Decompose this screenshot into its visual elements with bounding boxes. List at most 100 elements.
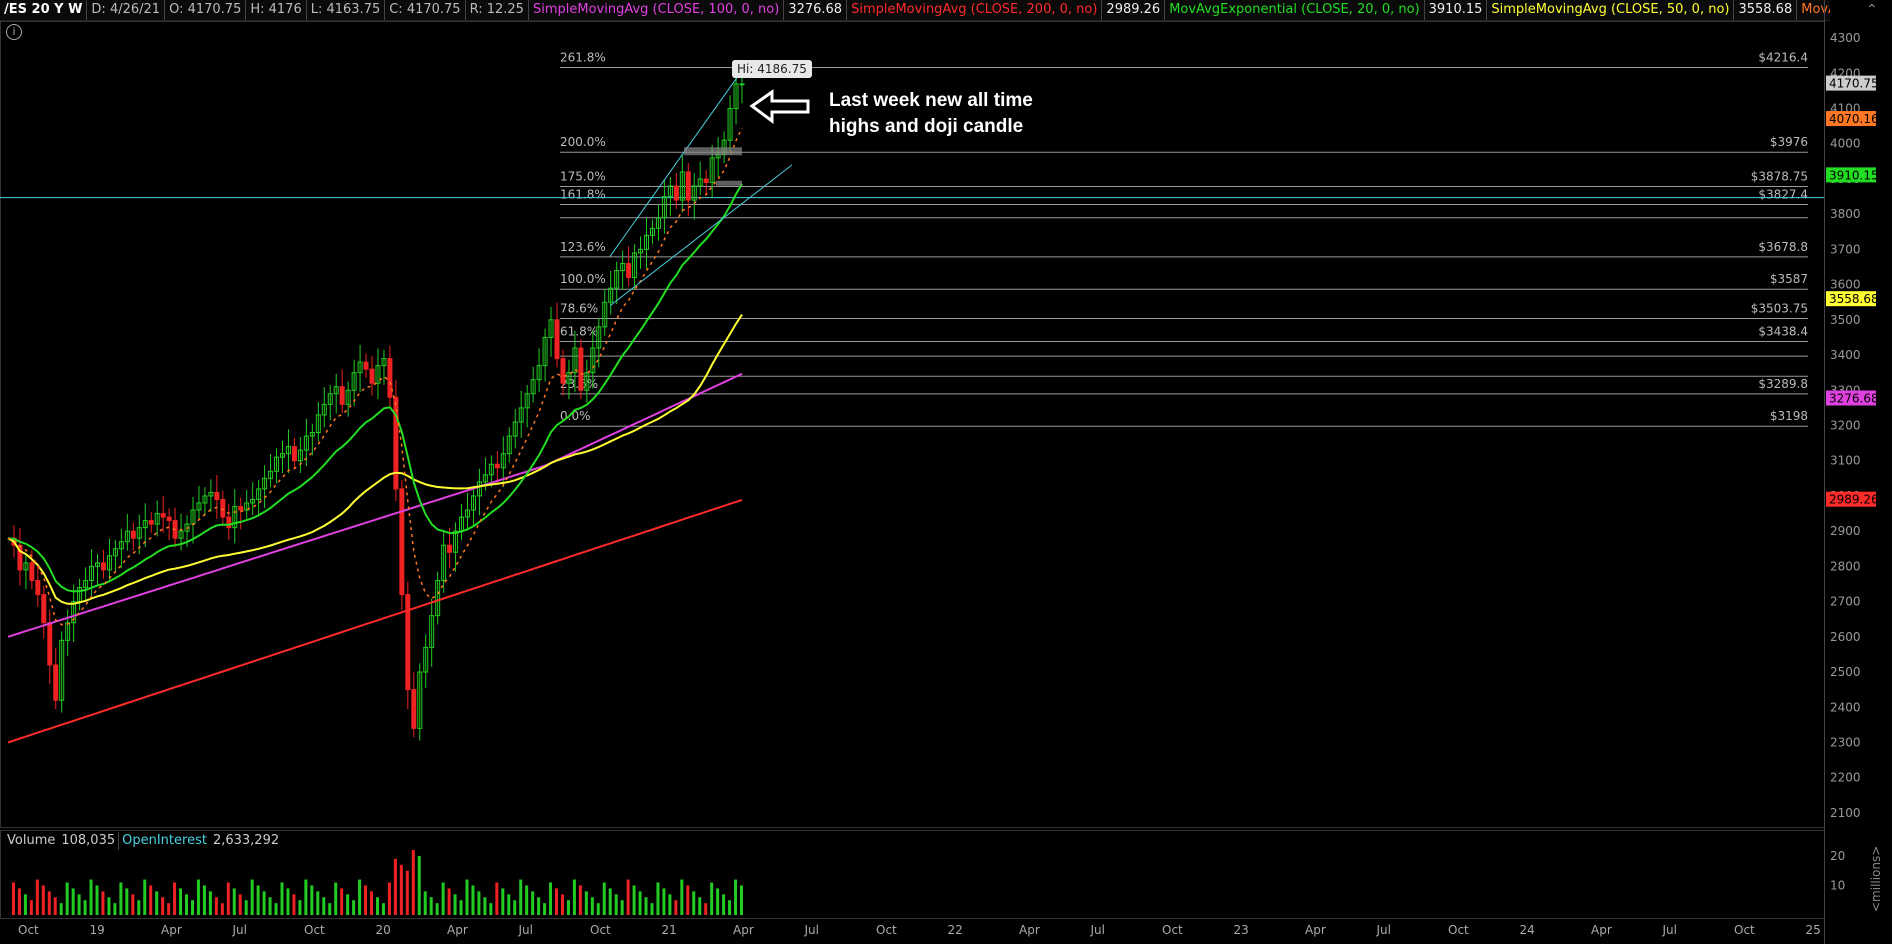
y-tick-label: 4300 <box>1830 31 1861 45</box>
volume-bar <box>543 903 547 915</box>
volume-bar <box>728 900 732 915</box>
volume-bar <box>364 885 368 915</box>
fib-percent-label: 261.8% <box>560 51 606 65</box>
volume-bar <box>650 903 654 915</box>
y-tick-label: 2600 <box>1830 630 1861 644</box>
x-tick-label: Apr <box>161 923 182 937</box>
volume-bar <box>47 891 51 915</box>
y-tick-label: 2900 <box>1830 524 1861 538</box>
volume-bar <box>680 879 684 915</box>
price-label-text: 3276.68 <box>1829 391 1879 405</box>
y-tick-label: 3500 <box>1830 313 1861 327</box>
candle-body <box>399 488 405 596</box>
volume-bar <box>226 882 230 915</box>
candle-body <box>35 579 41 596</box>
support-zone <box>716 180 742 186</box>
volume-bar <box>83 900 87 915</box>
volume-bar <box>722 894 726 915</box>
volume-bar <box>429 897 433 915</box>
volume-bar <box>196 879 200 915</box>
volume-bar <box>65 882 69 915</box>
volume-unit-label: <millions> <box>1869 846 1883 912</box>
x-tick-label: 19 <box>90 923 105 937</box>
volume-bar <box>704 903 708 915</box>
volume-bar <box>328 903 332 915</box>
candle-body <box>363 361 369 370</box>
fib-percent-label: 100.0% <box>560 272 606 286</box>
y-tick-label: 2400 <box>1830 700 1861 714</box>
candle-body <box>100 562 106 571</box>
volume-bar <box>59 903 63 915</box>
y-tick-label: 2200 <box>1830 771 1861 785</box>
candle-body <box>148 520 154 525</box>
volume-bar <box>113 903 117 915</box>
volume-bar <box>417 855 421 915</box>
candle-body <box>41 594 47 624</box>
volume-bar <box>566 900 570 915</box>
volume-bar <box>411 850 415 915</box>
volume-bar <box>334 882 338 915</box>
candle-body <box>369 368 375 384</box>
volume-bar <box>125 888 129 915</box>
volume-bar <box>244 900 248 915</box>
volume-bar <box>310 885 314 915</box>
candle-body <box>29 562 35 581</box>
price-chart[interactable]: 2100220023002400250026002700280029003000… <box>0 0 1892 944</box>
x-tick-label: 20 <box>376 923 391 937</box>
candle-body <box>685 171 691 201</box>
candle-body <box>238 506 244 511</box>
volume-bar <box>441 882 445 915</box>
candle-body <box>166 516 172 522</box>
volume-bar <box>358 879 362 915</box>
channel-upper-line <box>609 73 741 257</box>
volume-bar <box>29 900 33 915</box>
volume-bar <box>519 879 523 915</box>
volume-bar <box>155 891 159 915</box>
fib-price-label: $3827.4 <box>1758 188 1808 202</box>
volume-bar <box>596 903 600 915</box>
y-tick-label: 3800 <box>1830 207 1861 221</box>
price-label-text: 4170.75 <box>1829 77 1879 91</box>
price-label-text: 4070.16 <box>1829 112 1879 126</box>
volume-bar <box>238 894 242 915</box>
candle-body <box>494 463 500 469</box>
x-tick-label: 23 <box>1234 923 1249 937</box>
volume-bar <box>668 894 672 915</box>
volume-bar <box>489 903 493 915</box>
x-tick-label: Jul <box>518 923 533 937</box>
volume-bar <box>17 888 21 915</box>
price-label-text: 3910.15 <box>1829 168 1879 182</box>
volume-bar <box>435 903 439 915</box>
volume-bar <box>572 879 576 915</box>
volume-label[interactable]: Volume <box>4 832 58 850</box>
volume-bar <box>167 903 171 915</box>
volume-bar <box>626 879 630 915</box>
fib-percent-label: 200.0% <box>560 135 606 149</box>
volume-bar <box>375 897 379 915</box>
x-tick-label: Oct <box>304 923 325 937</box>
volume-bar <box>549 882 553 915</box>
x-tick-label: Oct <box>1734 923 1755 937</box>
candle-body <box>291 446 297 462</box>
volume-bar <box>143 879 147 915</box>
volume-bar <box>346 894 350 915</box>
fib-price-label: $3678.8 <box>1758 240 1808 254</box>
x-tick-label: Apr <box>447 923 468 937</box>
volume-bar <box>710 882 714 915</box>
volume-bar <box>190 900 194 915</box>
x-tick-label: Jul <box>1376 923 1391 937</box>
candle-body <box>387 358 393 398</box>
price-label-text: 3558.68 <box>1829 292 1879 306</box>
y-tick-label: 2300 <box>1830 735 1861 749</box>
volume-bar <box>185 894 189 915</box>
open-interest-label[interactable]: OpenInterest <box>119 832 210 850</box>
volume-bar <box>602 882 606 915</box>
y-tick-label: 2700 <box>1830 595 1861 609</box>
x-tick-label: Oct <box>876 923 897 937</box>
candle-body <box>130 530 136 539</box>
volume-bar <box>41 885 45 915</box>
fib-percent-label: 161.8% <box>560 188 606 202</box>
y-tick-label: 3400 <box>1830 348 1861 362</box>
x-tick-label: 21 <box>662 923 677 937</box>
volume-bar <box>101 891 105 915</box>
